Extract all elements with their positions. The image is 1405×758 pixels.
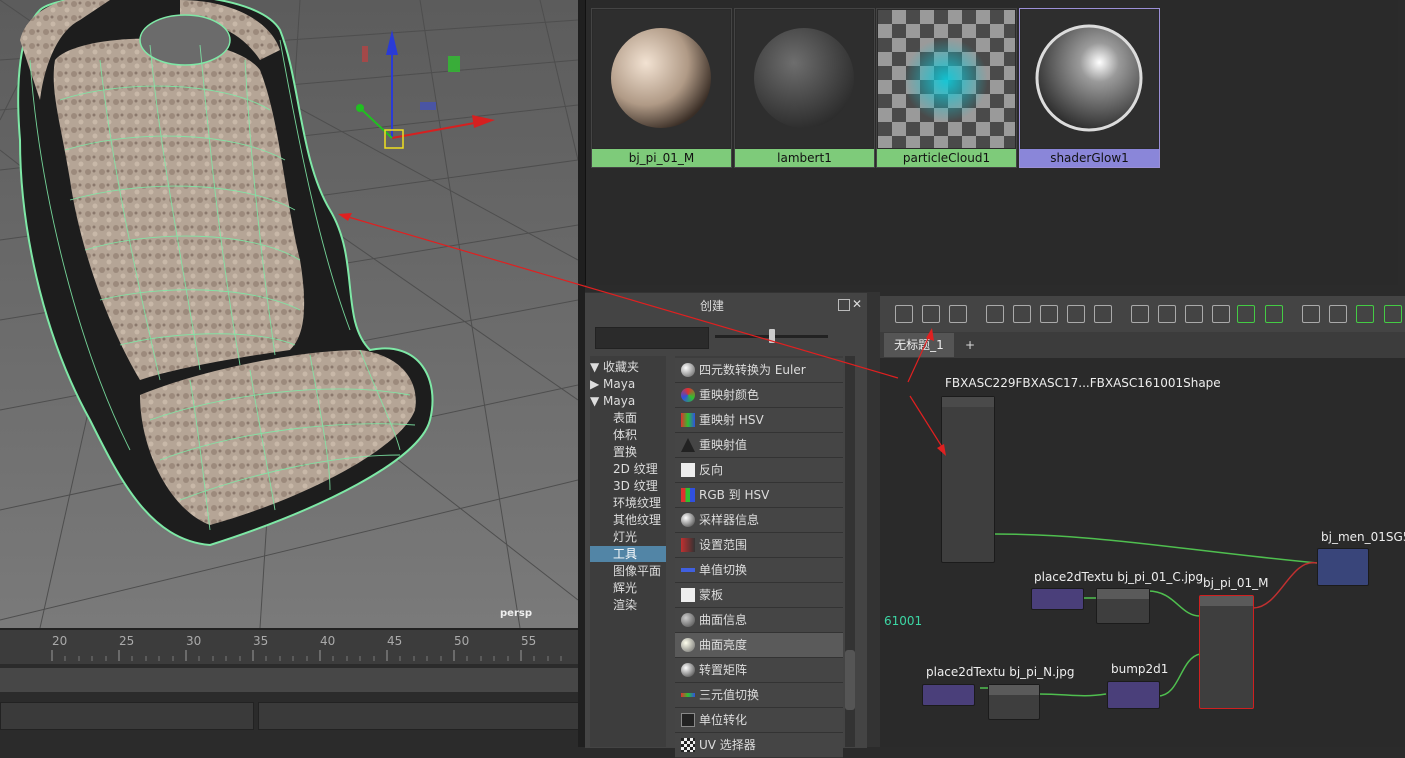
annotation-arrows bbox=[338, 213, 946, 456]
